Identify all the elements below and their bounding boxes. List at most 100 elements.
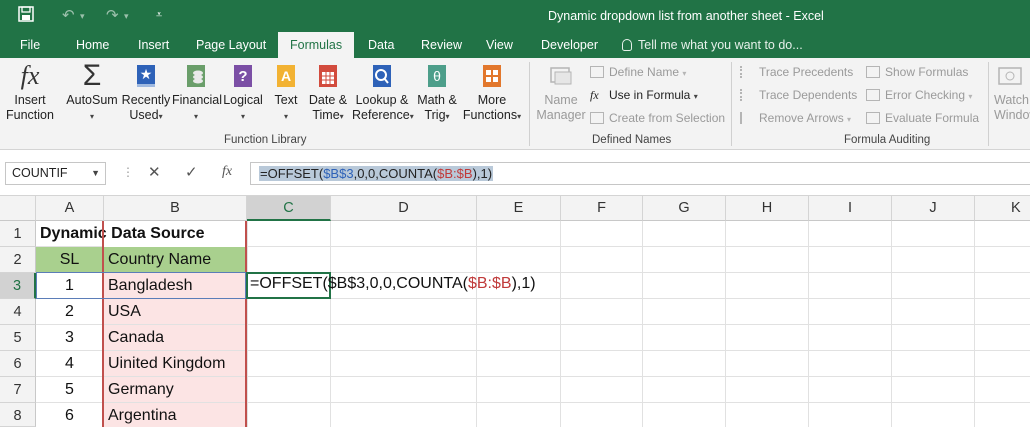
- tab-review[interactable]: Review: [421, 32, 462, 58]
- name-box[interactable]: COUNTIF ▼: [5, 162, 106, 185]
- row-header-3[interactable]: 3: [0, 273, 36, 299]
- redo-icon[interactable]: ↷: [106, 6, 119, 24]
- remove-arrows-icon: [740, 112, 754, 124]
- financial-button[interactable]: Financial ▾: [172, 62, 222, 124]
- cell-a3[interactable]: 1: [36, 273, 104, 299]
- cell-b7[interactable]: Germany: [104, 377, 247, 403]
- formula-bar-handle-icon: ⋮: [122, 165, 134, 179]
- cell-a1[interactable]: Dynamic Data Source: [36, 221, 205, 247]
- insert-function-label-1: Insert: [14, 93, 46, 107]
- undo-dropdown-icon[interactable]: ▾: [80, 11, 85, 22]
- cancel-icon[interactable]: ✕: [148, 163, 161, 181]
- use-in-formula-button[interactable]: fx Use in Formula ▾: [590, 86, 698, 104]
- cell-a2[interactable]: SL: [36, 247, 104, 273]
- date-time-button[interactable]: Date & Time▾: [306, 62, 350, 124]
- cell-b2[interactable]: Country Name: [104, 247, 247, 273]
- show-formulas-button[interactable]: Show Formulas: [866, 63, 968, 81]
- row-header-7[interactable]: 7: [0, 377, 36, 403]
- cell-c3-formula[interactable]: =OFFSET($B$3,0,0,COUNTA($B:$B),1): [250, 275, 536, 293]
- row-header-4[interactable]: 4: [0, 299, 36, 325]
- tab-page-layout[interactable]: Page Layout: [196, 32, 266, 58]
- autosum-button[interactable]: Σ AutoSum ▾: [64, 61, 120, 124]
- column-header-j[interactable]: J: [892, 196, 975, 221]
- column-header-a[interactable]: A: [36, 196, 104, 221]
- undo-icon[interactable]: ↶: [62, 6, 75, 24]
- cell-b3[interactable]: Bangladesh: [104, 273, 247, 299]
- insert-function-fx-icon[interactable]: fx: [222, 164, 232, 180]
- redo-dropdown-icon[interactable]: ▾: [124, 11, 129, 22]
- column-header-e[interactable]: E: [477, 196, 561, 221]
- cell-b6[interactable]: Uinited Kingdom: [104, 351, 247, 377]
- enter-check-icon[interactable]: ✓: [185, 163, 198, 181]
- remove-arrows-button[interactable]: Remove Arrows ▾: [740, 109, 851, 127]
- column-header-c[interactable]: C: [247, 196, 331, 221]
- trace-dependents-button[interactable]: Trace Dependents: [740, 86, 857, 104]
- name-manager-label-1: Name: [544, 93, 578, 107]
- column-header-f[interactable]: F: [561, 196, 643, 221]
- column-header-b[interactable]: B: [104, 196, 247, 221]
- name-box-dropdown-icon[interactable]: ▼: [91, 163, 100, 184]
- cell-a6[interactable]: 4: [36, 351, 104, 377]
- tab-file[interactable]: File: [20, 32, 40, 58]
- more-functions-icon: [483, 65, 501, 87]
- show-formulas-icon: [866, 66, 880, 78]
- worksheet-grid[interactable]: A B C D E F G H I J K 1 2 3 4 5 6 7 8 Dy…: [0, 196, 1030, 427]
- column-header-h[interactable]: H: [726, 196, 809, 221]
- row-header-2[interactable]: 2: [0, 247, 36, 273]
- create-from-selection-button[interactable]: Create from Selection: [590, 109, 725, 127]
- gridline: [642, 221, 643, 427]
- math-trig-button[interactable]: θ Math & Trig▾: [414, 62, 460, 124]
- tab-formulas[interactable]: Formulas: [278, 32, 355, 58]
- name-manager-button[interactable]: Name Manager: [532, 62, 590, 123]
- gridline: [808, 221, 809, 427]
- save-icon[interactable]: [18, 6, 34, 26]
- cell-a5[interactable]: 3: [36, 325, 104, 351]
- evaluate-formula-button[interactable]: Evaluate Formula: [866, 109, 979, 127]
- cell-b4[interactable]: USA: [104, 299, 247, 325]
- name-manager-label-2: Manager: [536, 108, 586, 122]
- lookup-reference-button[interactable]: Lookup & Reference▾: [352, 62, 414, 124]
- column-header-k[interactable]: K: [975, 196, 1030, 221]
- watch-window-button[interactable]: Watch Window: [994, 62, 1030, 123]
- gridline: [560, 221, 561, 427]
- row-header-6[interactable]: 6: [0, 351, 36, 377]
- text-book-icon: A: [277, 65, 295, 87]
- column-header-g[interactable]: G: [643, 196, 726, 221]
- function-library-group-label: Function Library: [224, 134, 307, 146]
- svg-text:A: A: [281, 68, 291, 84]
- tab-home[interactable]: Home: [76, 32, 109, 58]
- column-header-i[interactable]: I: [809, 196, 892, 221]
- formula-input[interactable]: =OFFSET($B$3,0,0,COUNTA($B:$B),1): [250, 162, 1030, 185]
- cell-b8[interactable]: Argentina: [104, 403, 247, 427]
- tab-developer[interactable]: Developer: [541, 32, 598, 58]
- row-header-5[interactable]: 5: [0, 325, 36, 351]
- cell-a8[interactable]: 6: [36, 403, 104, 427]
- cell-a4[interactable]: 2: [36, 299, 104, 325]
- empty-cells[interactable]: [247, 221, 1030, 427]
- tell-me-search[interactable]: Tell me what you want to do...: [622, 32, 803, 58]
- tab-insert[interactable]: Insert: [138, 32, 169, 58]
- error-checking-button[interactable]: Error Checking ▾: [866, 86, 972, 104]
- remove-arrows-label: Remove Arrows: [759, 111, 844, 125]
- recently-used-button[interactable]: ★ Recently Used▾: [121, 62, 171, 124]
- row-header-1[interactable]: 1: [0, 221, 36, 247]
- trace-dependents-icon: [740, 89, 754, 101]
- trace-precedents-button[interactable]: Trace Precedents: [740, 63, 853, 81]
- tab-data[interactable]: Data: [368, 32, 394, 58]
- logical-button[interactable]: ? Logical ▾: [222, 62, 264, 124]
- text-button[interactable]: A Text ▾: [268, 62, 304, 124]
- select-all-corner[interactable]: [0, 196, 36, 221]
- insert-function-button[interactable]: fx Insert Function: [5, 62, 55, 123]
- column-header-d[interactable]: D: [331, 196, 477, 221]
- row-header-8[interactable]: 8: [0, 403, 36, 427]
- tab-view[interactable]: View: [486, 32, 513, 58]
- customize-toolbar-icon[interactable]: ⩡: [156, 9, 162, 22]
- watch-window-label-2: Window: [994, 108, 1030, 122]
- autosum-dropdown-icon: ▾: [89, 112, 94, 121]
- gridline: [974, 221, 975, 427]
- more-functions-button[interactable]: More Functions▾: [462, 62, 522, 124]
- cell-a7[interactable]: 5: [36, 377, 104, 403]
- cell-b5[interactable]: Canada: [104, 325, 247, 351]
- define-name-button[interactable]: Define Name ▾: [590, 63, 686, 81]
- error-checking-label: Error Checking: [885, 88, 966, 102]
